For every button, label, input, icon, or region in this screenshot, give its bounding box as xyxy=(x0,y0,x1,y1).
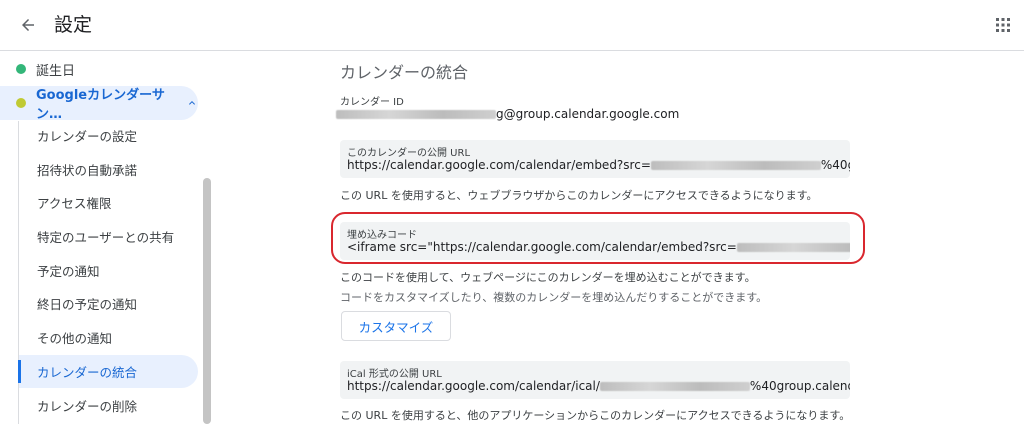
chevron-up-icon xyxy=(186,97,198,109)
apps-grid-icon xyxy=(996,18,1010,32)
embed-code-description: このコードを使用して、ウェブページにこのカレンダーを埋め込むことができます。 xyxy=(340,271,756,284)
embed-code-field[interactable]: 埋め込みコード <iframe src="https://calendar.go… xyxy=(340,222,850,260)
back-arrow-icon xyxy=(22,19,34,31)
embed-code-description-2: コードをカスタマイズしたり、複数のカレンダーを埋め込んだりすることができます。 xyxy=(340,291,768,304)
sidebar-item-integrate-calendar[interactable]: カレンダーの統合 xyxy=(18,355,198,388)
sidebar-item-access-permissions[interactable]: アクセス権限 xyxy=(19,186,198,219)
back-button[interactable] xyxy=(14,11,42,39)
sidebar-item-remove-calendar[interactable]: カレンダーの削除 xyxy=(19,389,198,422)
redacted-text xyxy=(336,110,496,119)
public-url-description: この URL を使用すると、ウェブブラウザからこのカレンダーにアクセスできるよう… xyxy=(340,189,818,202)
embed-code-value[interactable]: <iframe src="https://calendar.google.com… xyxy=(347,240,850,254)
apps-button[interactable] xyxy=(990,12,1016,38)
ical-url-field[interactable]: iCal 形式の公開 URL https://calendar.google.c… xyxy=(340,361,850,399)
sidebar-item-google-calendar-sample[interactable]: Googleカレンダーサン… xyxy=(0,86,198,122)
calendar-id-value[interactable]: g@group.calendar.google.com xyxy=(336,107,679,121)
settings-content: カレンダーの統合 カレンダー ID g@group.calendar.googl… xyxy=(330,51,1024,424)
page-title: 設定 xyxy=(54,14,93,36)
public-url-label: このカレンダーの公開 URL xyxy=(347,148,471,159)
top-bar: 設定 xyxy=(0,0,1024,51)
redacted-text xyxy=(599,382,750,391)
redacted-text xyxy=(650,161,821,170)
sidebar-item-event-notifications[interactable]: 予定の通知 xyxy=(19,254,198,287)
sidebar-scrollbar[interactable] xyxy=(203,178,211,424)
sidebar-item-other-notifications[interactable]: その他の通知 xyxy=(19,321,198,354)
sidebar-item-label: 誕生日 xyxy=(36,63,76,79)
public-url-value[interactable]: https://calendar.google.com/calendar/emb… xyxy=(347,158,850,172)
public-url-field[interactable]: このカレンダーの公開 URL https://calendar.google.c… xyxy=(340,140,850,178)
ical-url-label: iCal 形式の公開 URL xyxy=(347,369,442,380)
settings-sidebar: 誕生日 Googleカレンダーサン… カレンダーの設定 招待状の自動承諾 アクセ… xyxy=(0,51,214,424)
sidebar-item-auto-accept[interactable]: 招待状の自動承諾 xyxy=(19,153,198,186)
customize-button[interactable]: カスタマイズ xyxy=(341,311,451,341)
calendar-color-dot xyxy=(16,98,26,108)
calendar-color-dot xyxy=(16,64,26,74)
calendar-id-label: カレンダー ID xyxy=(340,97,404,108)
embed-code-label: 埋め込みコード xyxy=(347,230,417,241)
sidebar-item-share-with-people[interactable]: 特定のユーザーとの共有 xyxy=(19,220,198,253)
sidebar-item-label: Googleカレンダーサン… xyxy=(36,88,165,122)
sidebar-item-birthdays[interactable]: 誕生日 xyxy=(0,52,198,86)
ical-url-value[interactable]: https://calendar.google.com/calendar/ica… xyxy=(347,379,850,393)
sidebar-item-calendar-settings[interactable]: カレンダーの設定 xyxy=(19,119,198,152)
sidebar-item-all-day-notifications[interactable]: 終日の予定の通知 xyxy=(19,287,198,320)
section-title: カレンダーの統合 xyxy=(340,63,469,82)
redacted-text xyxy=(736,243,850,252)
ical-url-description: この URL を使用すると、他のアプリケーションからこのカレンダーにアクセスでき… xyxy=(340,409,851,422)
